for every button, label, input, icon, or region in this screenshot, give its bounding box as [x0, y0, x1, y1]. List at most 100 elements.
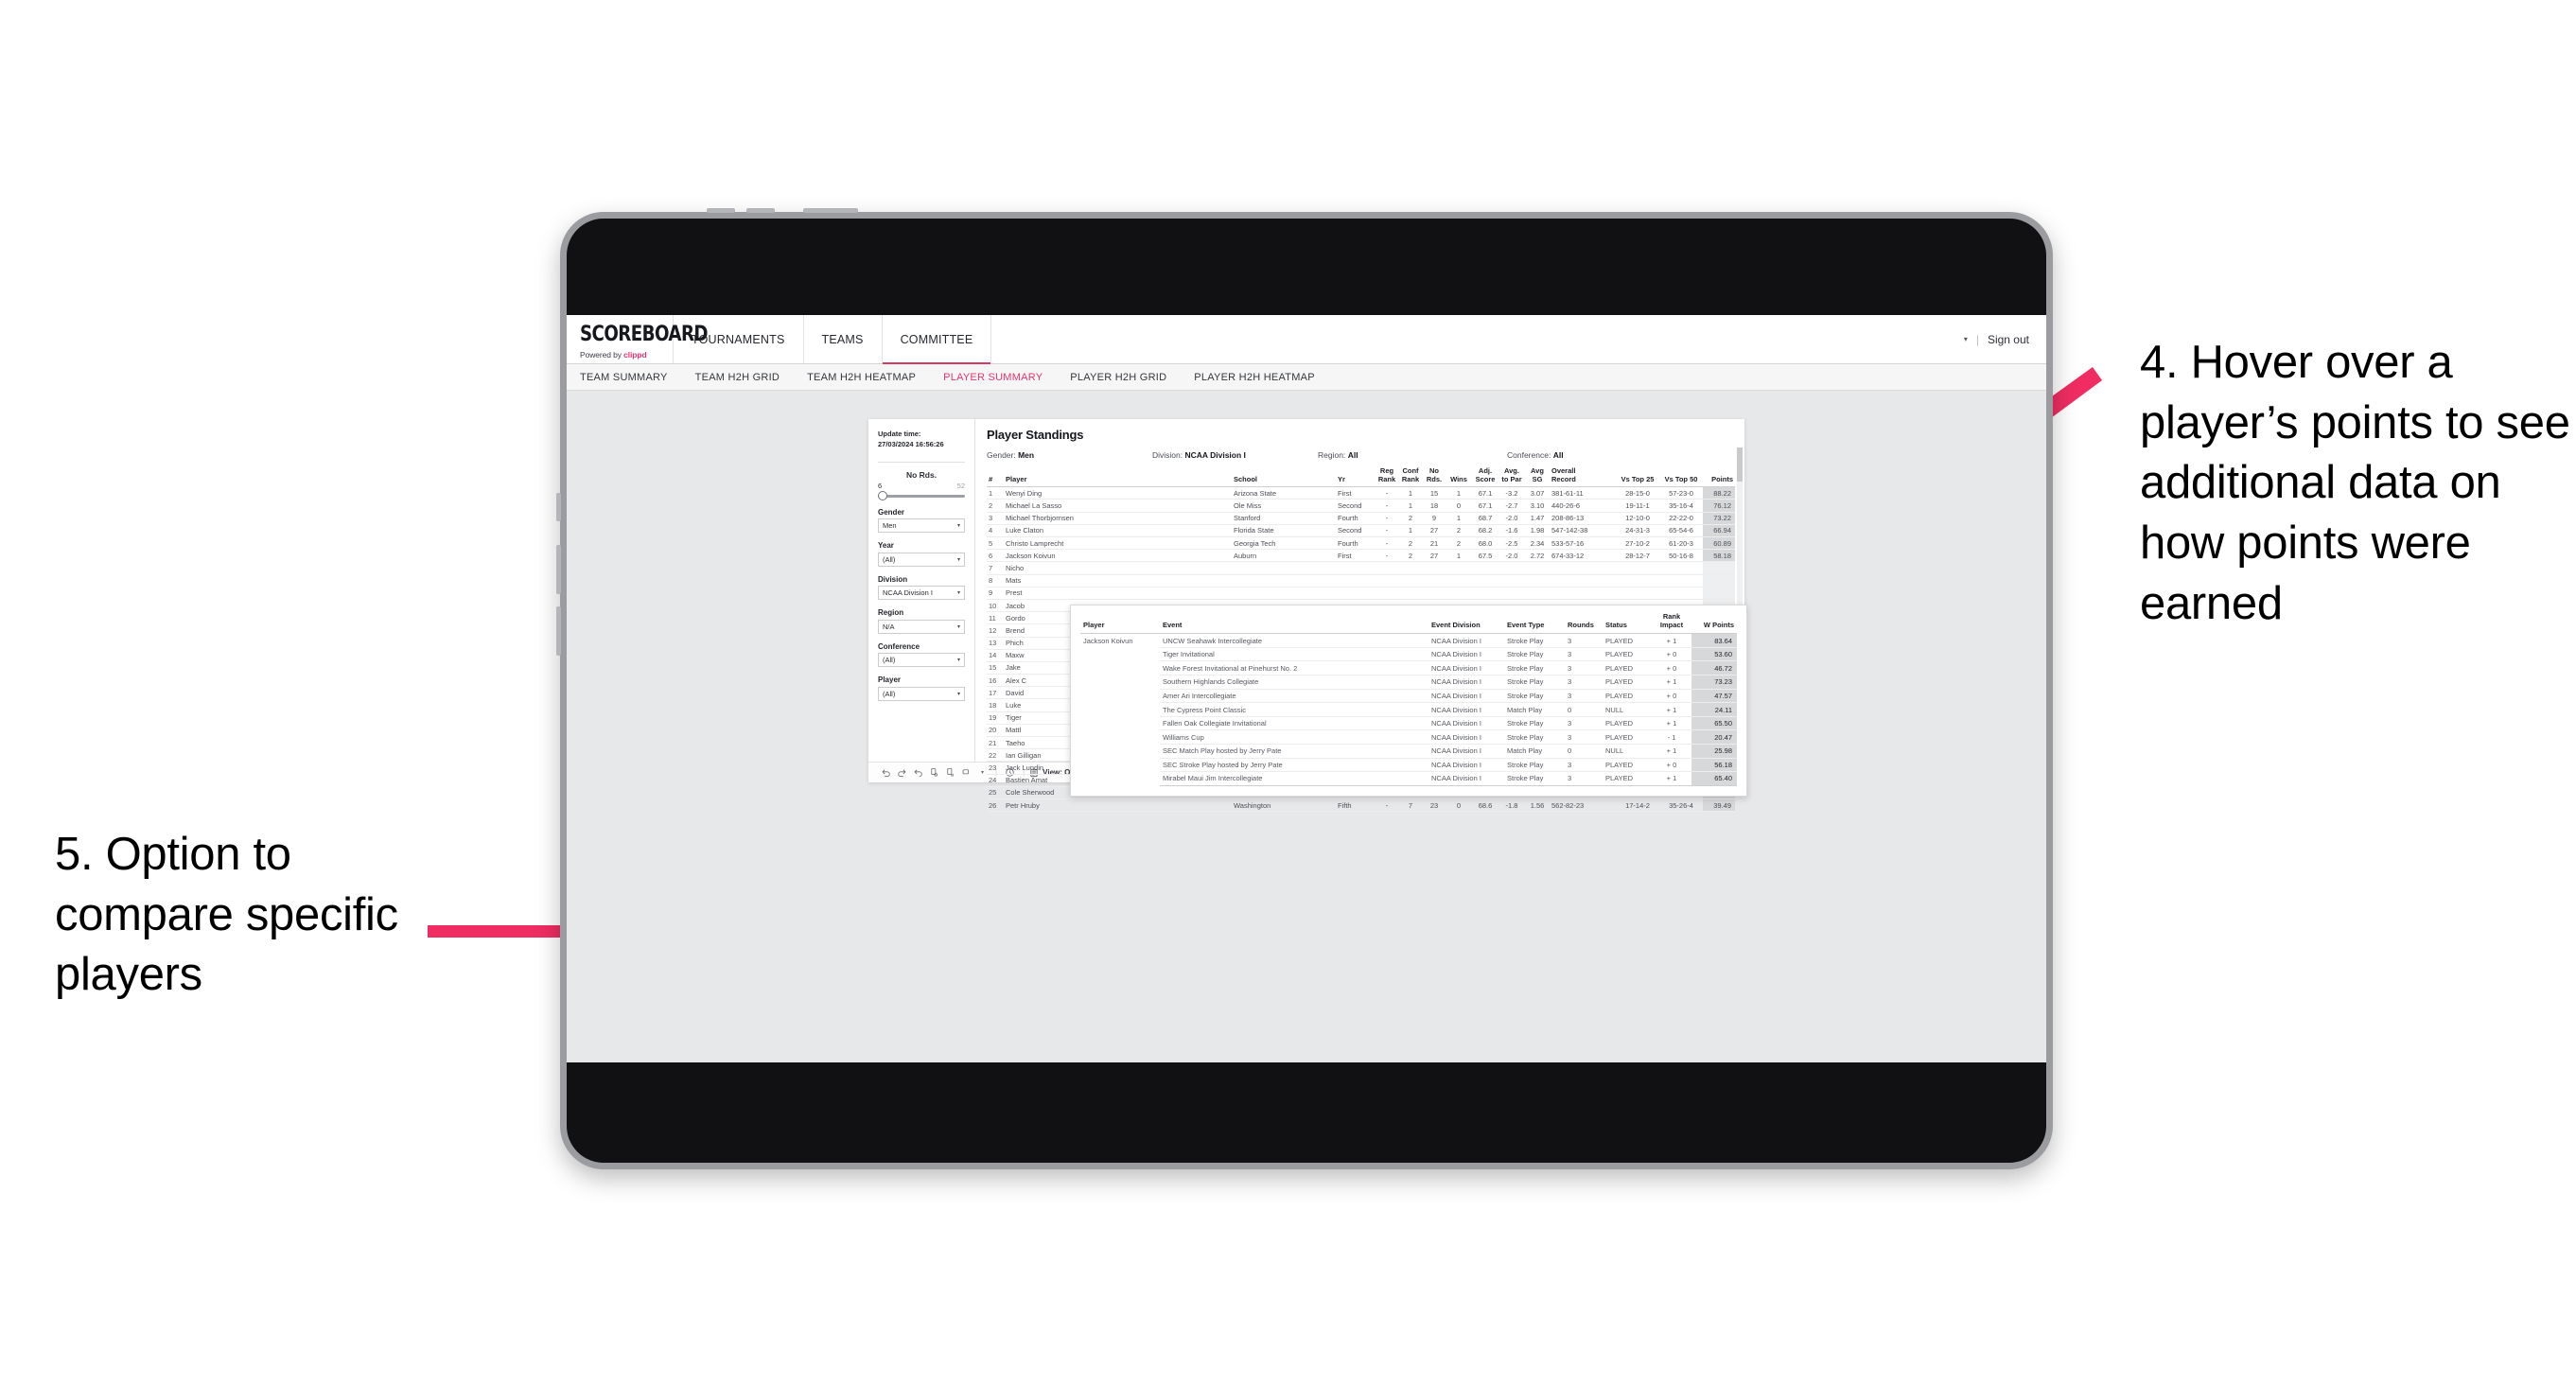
- col-header[interactable]: Adj. Score: [1472, 466, 1498, 487]
- sub-tab-player-summary[interactable]: PLAYER SUMMARY: [943, 372, 1057, 383]
- refresh-icon[interactable]: [926, 767, 942, 778]
- col-header[interactable]: Vs Top 50: [1659, 467, 1703, 487]
- table-cell: Jackson Koivun: [1004, 549, 1232, 563]
- table-row[interactable]: 4 Luke Claton Florida State Second -1 27 2 68.2…: [987, 524, 1735, 538]
- no-rounds-slider[interactable]: No Rds. 6 52: [878, 470, 965, 500]
- table-row[interactable]: 26 Petr Hruby Washington Fifth -7 23 0 68.6 -1.8…: [987, 798, 1735, 813]
- table-row[interactable]: 5 Christo Lamprecht Georgia Tech Fourth -2 21…: [987, 536, 1735, 551]
- table-cell: 67.1: [1472, 486, 1498, 500]
- nav-tab-teams[interactable]: TEAMS: [804, 315, 883, 363]
- table-cell: [1659, 574, 1703, 588]
- tooltip-cell: 3: [1565, 675, 1603, 690]
- table-cell: [1446, 574, 1472, 588]
- table-cell: [1376, 574, 1398, 588]
- bookmark-icon[interactable]: [958, 767, 974, 778]
- filter-division-select[interactable]: NCAA Division I ▾: [878, 586, 965, 600]
- tooltip-cell: PLAYED: [1603, 758, 1652, 773]
- filter-player-select[interactable]: (All) ▾: [878, 686, 965, 701]
- table-cell: 11: [987, 611, 1004, 625]
- col-header[interactable]: School: [1232, 467, 1336, 487]
- tooltip-cell: 73.23: [1691, 675, 1737, 690]
- col-header[interactable]: Avg SG: [1525, 466, 1550, 487]
- table-row[interactable]: 2 Michael La Sasso Ole Miss Second -1 18 0 67.1…: [987, 499, 1735, 513]
- nav-tab-committee[interactable]: COMMITTEE: [882, 315, 992, 364]
- table-cell: [1232, 587, 1336, 600]
- table-cell[interactable]: [1703, 574, 1735, 588]
- sub-tab-player-h2h-grid[interactable]: PLAYER H2H GRID: [1070, 372, 1181, 383]
- redo-icon[interactable]: [894, 767, 910, 778]
- table-cell: 68.6: [1472, 798, 1498, 813]
- col-header[interactable]: #: [987, 467, 1004, 487]
- tooltip-cell: PLAYED: [1603, 689, 1652, 704]
- table-row[interactable]: 7 Nicho: [987, 561, 1735, 575]
- tooltip-cell: Fallen Oak Collegiate Invitational: [1160, 716, 1428, 731]
- table-cell[interactable]: 60.89: [1703, 536, 1735, 551]
- table-cell: 22-22-0: [1659, 512, 1703, 525]
- sub-navigation: TEAM SUMMARY TEAM H2H GRID TEAM H2H HEAT…: [567, 364, 2046, 391]
- sub-tab-team-h2h-grid[interactable]: TEAM H2H GRID: [695, 372, 794, 383]
- scrollbar-thumb[interactable]: [1737, 447, 1743, 482]
- sub-tab-team-h2h-heatmap[interactable]: TEAM H2H HEATMAP: [807, 372, 930, 383]
- table-cell: Washington: [1232, 798, 1336, 813]
- table-cell[interactable]: [1703, 587, 1735, 600]
- table-cell[interactable]: 39.49: [1703, 798, 1735, 813]
- filter-conference-select[interactable]: (All) ▾: [878, 653, 965, 667]
- slider-track[interactable]: [878, 491, 965, 500]
- table-cell: 2: [1398, 512, 1423, 525]
- table-row[interactable]: 8 Mats: [987, 574, 1735, 588]
- table-cell[interactable]: 66.94: [1703, 524, 1735, 538]
- table-cell: Michael Thorbjornsen: [1004, 512, 1232, 525]
- page-title: Player Standings: [987, 428, 1084, 442]
- filter-region-select[interactable]: N/A ▾: [878, 619, 965, 634]
- table-cell[interactable]: [1703, 561, 1735, 575]
- filter-gender-select[interactable]: Men ▾: [878, 518, 965, 533]
- summary-gender: Gender: Men: [987, 450, 1152, 460]
- tooltip-cell: NCAA Division I: [1428, 771, 1504, 786]
- sub-tab-team-summary[interactable]: TEAM SUMMARY: [580, 372, 682, 383]
- sign-out-link[interactable]: Sign out: [1988, 333, 2029, 346]
- table-row[interactable]: 9 Prest: [987, 587, 1735, 600]
- table-cell: [1376, 561, 1398, 575]
- table-cell[interactable]: 58.18: [1703, 549, 1735, 563]
- summary-conference-value: All: [1552, 450, 1564, 460]
- table-cell[interactable]: 88.22: [1703, 486, 1735, 500]
- pause-icon[interactable]: [942, 767, 958, 778]
- filter-region: Region N/A ▾: [878, 608, 965, 634]
- dashboard-sheet: Update time: 27/03/2024 16:56:26 No Rds.…: [868, 419, 1747, 813]
- filter-year-select[interactable]: (All) ▾: [878, 552, 965, 567]
- table-cell: 533-57-16: [1550, 536, 1616, 551]
- chevron-down-icon[interactable]: ▾: [1964, 335, 1968, 343]
- table-cell[interactable]: 76.12: [1703, 499, 1735, 513]
- col-header[interactable]: Overall Record: [1550, 466, 1616, 487]
- col-header[interactable]: Yr: [1336, 467, 1376, 487]
- applied-filters-summary: Gender: Men Division: NCAA Division I Re…: [987, 450, 1735, 460]
- table-cell: 68.7: [1472, 512, 1498, 525]
- table-cell: 4: [987, 524, 1004, 538]
- col-header[interactable]: No Rds.: [1423, 466, 1446, 487]
- slider-handle[interactable]: [878, 491, 887, 500]
- col-header[interactable]: Player: [1004, 467, 1232, 487]
- table-cell[interactable]: 73.22: [1703, 512, 1735, 525]
- revert-icon[interactable]: [910, 767, 926, 778]
- table-cell: -2.7: [1498, 499, 1525, 513]
- table-row[interactable]: 6 Jackson Koivun Auburn First -2 27 1 67.5 -2.0 2…: [987, 549, 1735, 563]
- table-cell: 2: [1398, 549, 1423, 563]
- tooltip-cell: Williams Cup: [1160, 729, 1428, 745]
- col-header[interactable]: Vs Top 25: [1616, 467, 1659, 487]
- table-cell: 68.2: [1472, 524, 1498, 538]
- col-header[interactable]: Avg. to Par: [1498, 466, 1525, 487]
- undo-icon[interactable]: [878, 767, 894, 778]
- table-row[interactable]: 1 Wenyi Ding Arizona State First -1 15 1 67.1 -3…: [987, 486, 1735, 500]
- tooltip-cell: 65.40: [1691, 771, 1737, 786]
- sub-tab-player-h2h-heatmap[interactable]: PLAYER H2H HEATMAP: [1194, 372, 1329, 383]
- table-row[interactable]: 3 Michael Thorbjornsen Stanford Fourth -2 9 1 6…: [987, 512, 1735, 525]
- nav-tab-tournaments[interactable]: TOURNAMENTS: [674, 315, 804, 363]
- tooltip-col-header: W Points: [1703, 620, 1734, 629]
- table-cell: 1: [1446, 512, 1472, 525]
- col-header[interactable]: Points: [1703, 467, 1735, 487]
- table-cell: [1525, 561, 1550, 575]
- col-header[interactable]: Reg Rank: [1376, 466, 1398, 487]
- brand-name: SCOREBOARD: [580, 321, 709, 346]
- col-header[interactable]: Wins: [1446, 467, 1472, 487]
- col-header[interactable]: Conf Rank: [1398, 466, 1423, 487]
